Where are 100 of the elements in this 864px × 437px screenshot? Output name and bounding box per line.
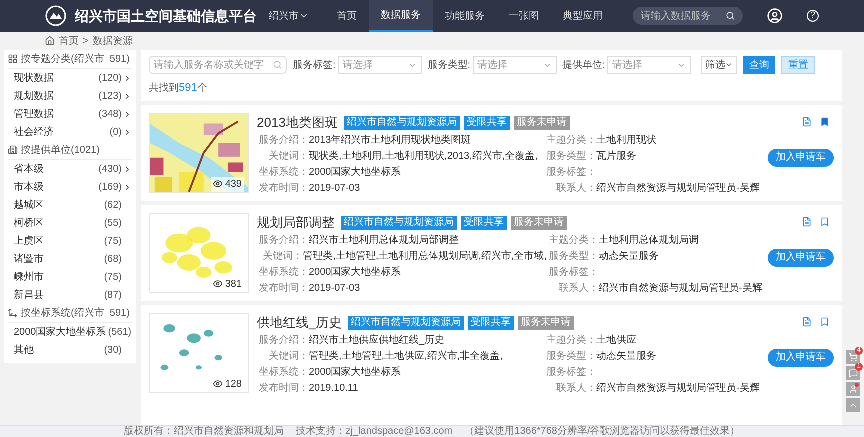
document-icon[interactable] xyxy=(802,216,812,226)
field-value: 2019-07-03 xyxy=(309,182,360,196)
field-value: 管理类,土地管理,土地供应,绍兴市,非全覆盖, xyxy=(309,350,503,364)
field-value: 2000国家大地坐标系 xyxy=(309,266,402,280)
bookmark-icon[interactable] xyxy=(820,116,830,126)
user-icon xyxy=(848,384,858,394)
field-value: 现状类,土地利用,土地利用现状,2013,绍兴市,全覆盖, xyxy=(309,150,538,164)
sidebar-item[interactable]: 省本级 (430) xyxy=(8,160,132,178)
field-label: 服务标签： xyxy=(546,366,597,380)
field-label: 服务标签： xyxy=(548,266,599,280)
side-button[interactable] xyxy=(846,382,860,396)
city-dropdown[interactable]: 绍兴市 xyxy=(269,8,309,24)
field-value: 瓦片服务 xyxy=(596,150,637,164)
field-label: 关键词： xyxy=(262,250,304,264)
sidebar-item[interactable]: 现状数据 (120) xyxy=(8,69,132,87)
field-value: 绍兴市自然资源与规划局管理员-吴辉 xyxy=(599,282,762,296)
filter-label: 服务类型: xyxy=(428,58,471,72)
field-label: 关键词： xyxy=(268,150,309,164)
search-icon xyxy=(272,60,282,70)
field-value: 绍兴市土地供应供地红线_历史 xyxy=(309,334,445,348)
sidebar-item[interactable]: 规划数据 (123) xyxy=(8,87,132,105)
sidebar-item[interactable]: 管理数据 (348) xyxy=(8,105,132,123)
nav-tab[interactable]: 数据服务 xyxy=(369,0,433,32)
axis-icon xyxy=(8,308,18,318)
sidebar-item[interactable]: 市本级 (169) xyxy=(8,178,132,196)
field-value: 动态矢量服务 xyxy=(599,250,659,264)
field-label: 发布时间： xyxy=(258,182,309,196)
sidebar-item[interactable]: 新昌县 (87) xyxy=(8,286,132,304)
nav-tab[interactable]: 功能服务 xyxy=(433,0,497,32)
field-label: 服务类型： xyxy=(546,150,597,164)
eye-icon xyxy=(213,279,224,289)
field-label: 主题分类： xyxy=(546,334,597,348)
field-label: 发布时间： xyxy=(258,282,309,296)
sidebar-item[interactable]: 上虞区 (75) xyxy=(8,232,132,250)
tag: 受限共享 xyxy=(464,116,510,130)
field-value: 动态矢量服务 xyxy=(596,350,657,364)
keyword-search-field[interactable]: 请输入服务名称或关键字 xyxy=(149,56,287,74)
message-icon xyxy=(848,368,858,378)
result-count: 共找到591个 xyxy=(149,81,208,96)
home-icon xyxy=(45,36,55,46)
field-label: 联系人： xyxy=(556,382,597,396)
service-title[interactable]: 供地红线_历史 xyxy=(257,312,342,332)
grid-icon xyxy=(8,54,18,64)
field-value: 绍兴市自然资源与规划局管理员-吴辉 xyxy=(596,182,760,196)
tag: 服务未申请 xyxy=(514,116,570,130)
sidebar-item[interactable]: 柯桥区 (55) xyxy=(8,214,132,232)
field-value: 土地利用现状 xyxy=(596,134,657,148)
document-icon[interactable] xyxy=(802,316,812,326)
help-icon[interactable]: ? xyxy=(807,10,819,22)
sidebar-heading: 按专题分类(绍兴市 591) xyxy=(21,52,130,66)
logo-icon xyxy=(45,5,67,27)
view-count: 439 xyxy=(211,176,244,192)
field-label: 服务类型： xyxy=(546,350,597,364)
bookmark-icon[interactable] xyxy=(820,316,830,326)
field-label: 服务类型： xyxy=(548,250,599,264)
field-value: 2000国家大地坐标系 xyxy=(309,366,402,380)
filter-label: 服务标签: xyxy=(293,58,336,72)
building-icon xyxy=(8,145,18,155)
sidebar-item[interactable]: 越城区 (62) xyxy=(8,196,132,214)
search-icon[interactable] xyxy=(726,11,735,21)
sidebar-item[interactable]: 诸暨市 (68) xyxy=(8,250,132,268)
field-label: 服务介绍： xyxy=(258,334,309,348)
side-button[interactable] xyxy=(846,398,860,412)
field-value: 土地利用总体规划局调 xyxy=(599,234,699,248)
nav-tab[interactable]: 一张图 xyxy=(497,0,551,32)
field-label: 联系人： xyxy=(558,282,599,296)
filter-label: 提供单位: xyxy=(562,58,606,72)
field-label: 坐标系统： xyxy=(258,366,309,380)
field-value: 2000国家大地坐标系 xyxy=(309,166,402,180)
field-label: 服务介绍： xyxy=(258,234,309,248)
field-value: 2019-07-03 xyxy=(309,282,360,296)
field-label: 联系人： xyxy=(556,182,597,196)
sidebar-item[interactable]: 社会经济 (0) xyxy=(8,123,132,141)
field-label: 关键词： xyxy=(268,350,309,364)
field-value: 土地供应 xyxy=(596,334,637,348)
breadcrumb-separator: > xyxy=(83,34,89,48)
search-field[interactable]: 请输入数据服务 xyxy=(633,7,743,25)
service-title[interactable]: 规划局部调整 xyxy=(257,212,335,232)
field-value: 2013年绍兴市土地利用现状地类图斑 xyxy=(309,134,472,148)
footer-text: 技术支持：zj_landspace@163.com xyxy=(296,426,453,437)
service-title[interactable]: 2013地类图斑 xyxy=(257,112,338,132)
sidebar-item[interactable]: 其他 (30) xyxy=(8,341,132,359)
tag: 受限共享 xyxy=(461,216,507,230)
cart-icon xyxy=(848,352,858,362)
avatar-icon[interactable] xyxy=(767,8,783,24)
sidebar-item[interactable]: 2000国家大地坐标系 (561) xyxy=(8,323,132,341)
bookmark-icon[interactable] xyxy=(820,216,830,226)
filter-button[interactable]: 筛选 xyxy=(701,56,738,74)
field-label: 主题分类： xyxy=(548,234,599,248)
nav-tab[interactable]: 典型应用 xyxy=(551,0,615,32)
sidebar-heading: 按提供单位(1021) xyxy=(21,144,100,158)
site-title: 绍兴市国土空间基础信息平台 xyxy=(75,6,257,26)
field-label: 主题分类： xyxy=(546,134,597,148)
eye-icon xyxy=(213,379,224,389)
breadcrumb-link[interactable]: 首页 xyxy=(59,34,79,48)
field-label: 服务介绍： xyxy=(258,134,309,148)
tag: 绍兴市自然与规划资源局 xyxy=(341,216,457,230)
document-icon[interactable] xyxy=(802,116,812,126)
sidebar-item[interactable]: 嵊州市 (75) xyxy=(8,268,132,286)
nav-tab[interactable]: 首页 xyxy=(325,0,369,32)
